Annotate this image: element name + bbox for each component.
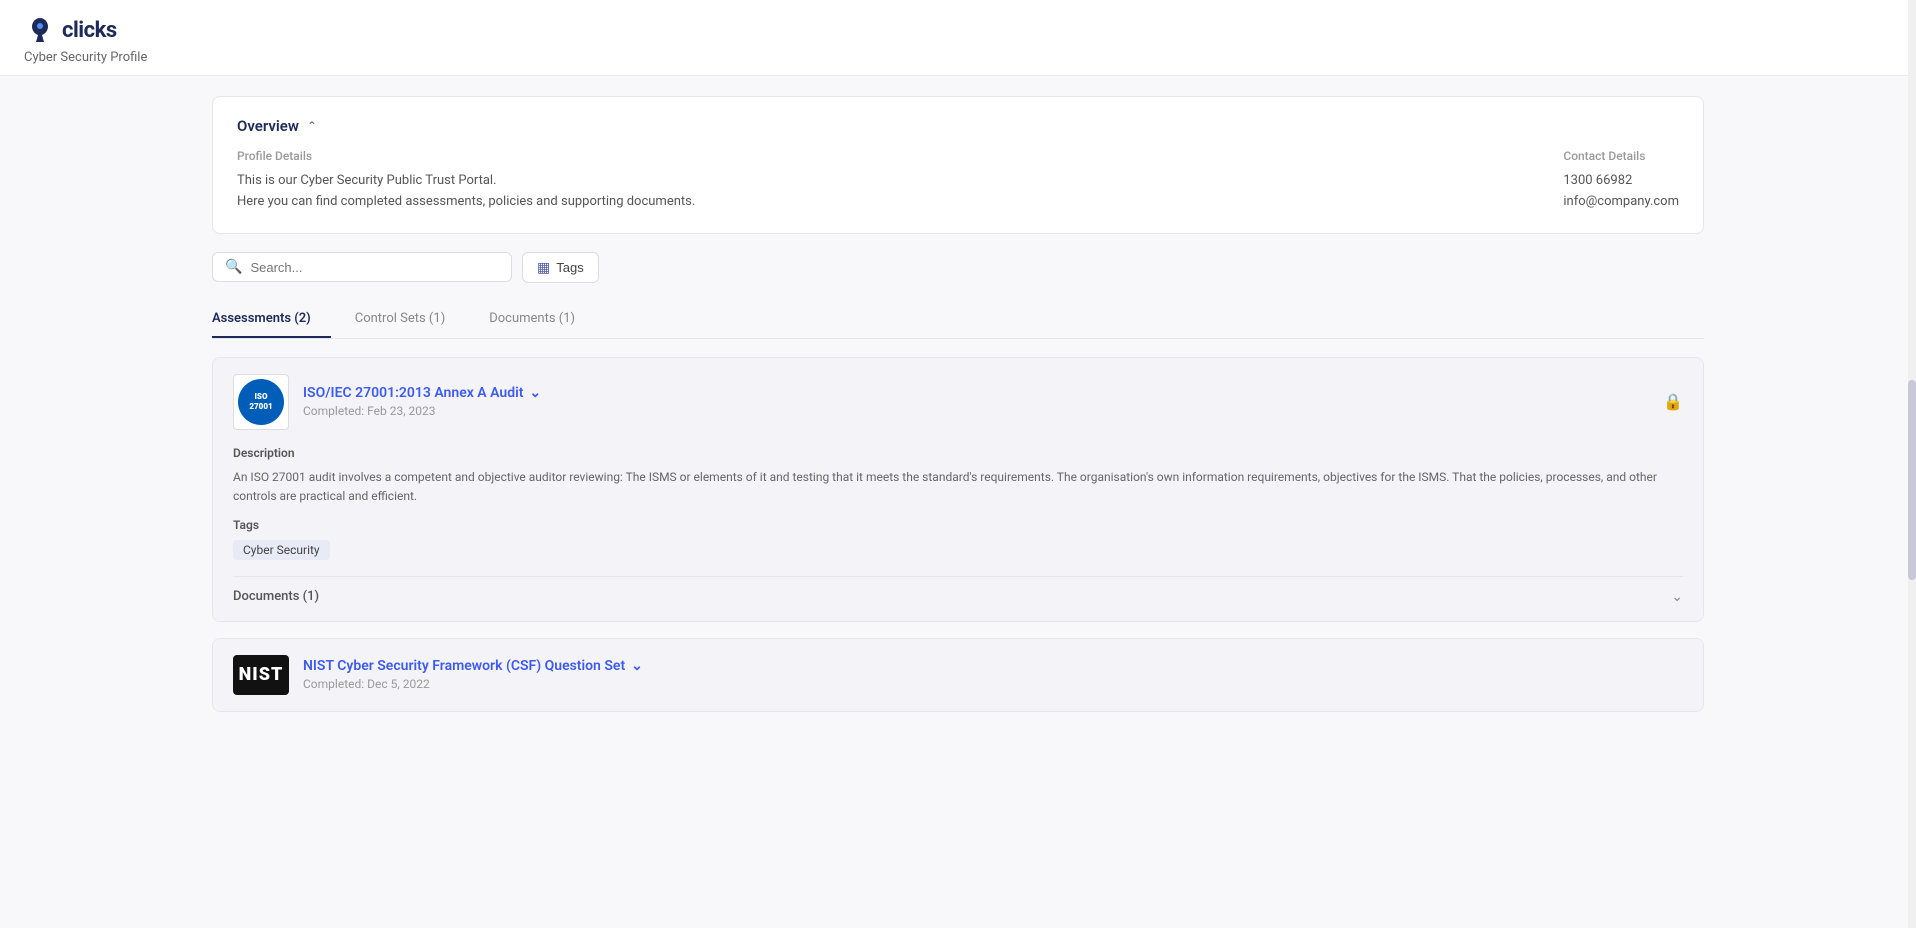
assessment-card-iso27001: ISO 27001 ISO/IEC 27001:2013 Annex A Aud…	[212, 357, 1704, 622]
profile-label: Profile Details	[237, 149, 695, 163]
contact-email: info@company.com	[1563, 192, 1679, 213]
assessment-header-right-iso: 🔒	[1663, 392, 1683, 411]
search-icon: 🔍	[225, 259, 242, 275]
assessment-body-iso: Description An ISO 27001 audit involves …	[213, 446, 1703, 621]
lock-icon: 🔒	[1663, 392, 1683, 411]
documents-label-iso: Documents (1)	[233, 589, 319, 604]
iso-logo-text-bottom: 27001	[249, 402, 272, 412]
iso-logo-text-top: ISO	[255, 392, 268, 402]
overview-body: Profile Details This is our Cyber Securi…	[237, 149, 1679, 213]
overview-header: Overview ⌃	[237, 117, 1679, 135]
assessment-title-nist[interactable]: NIST Cyber Security Framework (CSF) Ques…	[303, 658, 643, 674]
tab-control-sets[interactable]: Control Sets (1)	[355, 301, 465, 338]
assessment-expand-icon-nist[interactable]: ⌄	[631, 658, 643, 674]
assessment-card-nist: NIST NIST Cyber Security Framework (CSF)…	[212, 638, 1704, 712]
assessment-header-left: ISO 27001 ISO/IEC 27001:2013 Annex A Aud…	[233, 374, 541, 430]
assessment-date-nist: Completed: Dec 5, 2022	[303, 677, 643, 691]
contact-label: Contact Details	[1563, 149, 1679, 163]
assessment-header-left-nist: NIST NIST Cyber Security Framework (CSF)…	[233, 655, 643, 695]
scrollbar-thumb[interactable]	[1908, 380, 1916, 580]
nist-logo: NIST	[233, 655, 289, 695]
header: clicks Cyber Security Profile	[0, 0, 1916, 76]
brand-logo-icon	[24, 14, 56, 46]
tabs-row: Assessments (2) Control Sets (1) Documen…	[212, 301, 1704, 339]
documents-row-iso[interactable]: Documents (1) ⌄	[233, 576, 1683, 605]
profile-section: Profile Details This is our Cyber Securi…	[237, 149, 695, 213]
assessment-title-group-nist: NIST Cyber Security Framework (CSF) Ques…	[303, 658, 643, 691]
assessment-title-text-iso: ISO/IEC 27001:2013 Annex A Audit	[303, 385, 523, 401]
page-subtitle: Cyber Security Profile	[24, 50, 1892, 65]
assessment-date-iso: Completed: Feb 23, 2023	[303, 404, 541, 418]
assessment-header-nist: NIST NIST Cyber Security Framework (CSF)…	[213, 639, 1703, 711]
tags-button-label: Tags	[556, 260, 583, 275]
assessment-title-group-iso: ISO/IEC 27001:2013 Annex A Audit ⌄ Compl…	[303, 385, 541, 418]
filter-icon: ▦	[537, 259, 550, 276]
iso-logo-inner: ISO 27001	[238, 379, 284, 425]
description-label-iso: Description	[233, 446, 1683, 460]
tab-documents[interactable]: Documents (1)	[489, 301, 595, 338]
overview-card: Overview ⌃ Profile Details This is our C…	[212, 96, 1704, 234]
scrollbar-track	[1908, 0, 1916, 928]
profile-text-line1: This is our Cyber Security Public Trust …	[237, 171, 695, 192]
search-filter-row: 🔍 ▦ Tags	[212, 252, 1704, 283]
documents-expand-icon[interactable]: ⌄	[1671, 589, 1683, 605]
assessment-expand-icon-iso[interactable]: ⌄	[529, 385, 541, 401]
assessment-title-text-nist: NIST Cyber Security Framework (CSF) Ques…	[303, 658, 625, 674]
logo-row: clicks	[24, 14, 1892, 46]
nist-logo-text: NIST	[239, 664, 284, 685]
overview-collapse-icon[interactable]: ⌃	[307, 119, 317, 133]
tags-list-iso: Cyber Security	[233, 540, 1683, 560]
profile-text-line2: Here you can find completed assessments,…	[237, 192, 695, 213]
tag-cyber-security[interactable]: Cyber Security	[233, 540, 330, 560]
overview-title: Overview	[237, 117, 299, 135]
description-text-iso: An ISO 27001 audit involves a competent …	[233, 468, 1683, 506]
assessment-header-iso27001: ISO 27001 ISO/IEC 27001:2013 Annex A Aud…	[213, 358, 1703, 446]
contact-section: Contact Details 1300 66982 info@company.…	[1563, 149, 1679, 213]
contact-phone: 1300 66982	[1563, 171, 1679, 192]
tags-section-label-iso: Tags	[233, 518, 1683, 532]
tags-button[interactable]: ▦ Tags	[522, 252, 599, 283]
search-box[interactable]: 🔍	[212, 252, 512, 282]
assessment-title-iso[interactable]: ISO/IEC 27001:2013 Annex A Audit ⌄	[303, 385, 541, 401]
brand-name: clicks	[62, 18, 117, 43]
iso-logo: ISO 27001	[233, 374, 289, 430]
search-input[interactable]	[250, 260, 499, 275]
main-content: Overview ⌃ Profile Details This is our C…	[188, 76, 1728, 748]
tab-assessments[interactable]: Assessments (2)	[212, 301, 331, 338]
